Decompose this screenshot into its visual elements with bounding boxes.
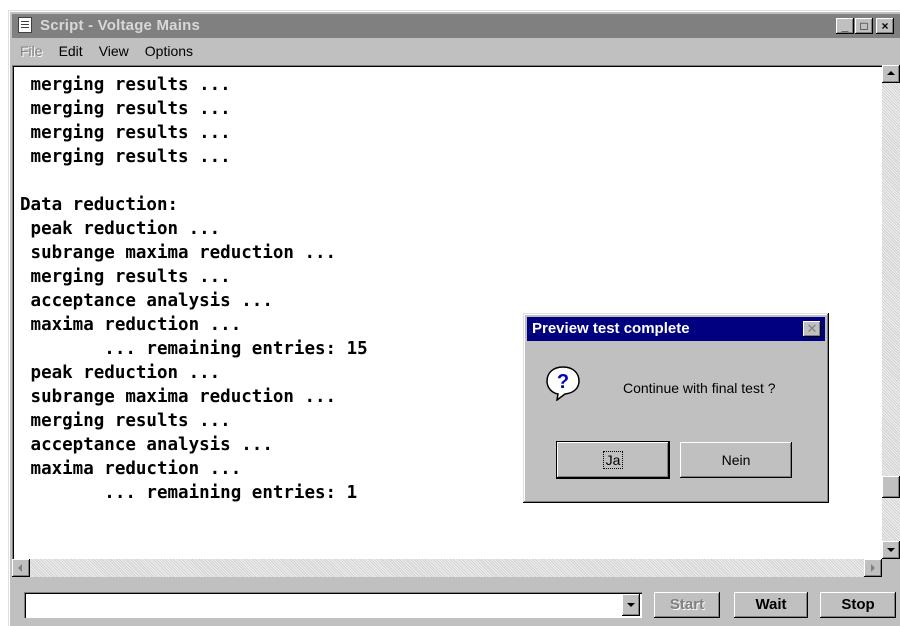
- command-bar: Start Wait Stop: [12, 586, 900, 622]
- dialog-message: Continue with final test ?: [623, 380, 776, 396]
- arrow-down-icon: [887, 548, 895, 552]
- combobox-dropdown-button[interactable]: [622, 594, 640, 616]
- scroll-right-button[interactable]: [864, 559, 882, 577]
- scroll-left-button[interactable]: [12, 559, 30, 577]
- window-title: Script - Voltage Mains: [40, 17, 200, 34]
- start-button[interactable]: Start: [654, 592, 720, 618]
- menu-view[interactable]: View: [99, 40, 129, 62]
- stop-button[interactable]: Stop: [820, 592, 896, 618]
- scroll-thumb[interactable]: [882, 476, 900, 498]
- arrow-right-icon: [871, 564, 875, 572]
- menu-file[interactable]: File: [20, 40, 43, 62]
- scroll-up-button[interactable]: [882, 65, 900, 83]
- preview-complete-dialog: Preview test complete ✕ ? Continue with …: [523, 313, 829, 503]
- question-icon: ?: [546, 366, 580, 401]
- no-button[interactable]: Nein: [680, 442, 792, 478]
- no-button-label: Nein: [721, 452, 751, 468]
- minimize-button[interactable]: _: [836, 18, 854, 34]
- output-text: merging results ... merging results ... …: [20, 75, 368, 503]
- yes-button[interactable]: Ja: [557, 442, 669, 478]
- yes-button-label: Ja: [602, 451, 624, 469]
- title-bar[interactable]: Script - Voltage Mains _ □ ×: [12, 14, 900, 38]
- chevron-down-icon: [627, 603, 635, 607]
- menu-edit[interactable]: Edit: [59, 40, 83, 62]
- dialog-close-button[interactable]: ✕: [803, 321, 821, 337]
- svg-text:?: ?: [557, 371, 569, 393]
- menu-bar: File Edit View Options: [12, 40, 900, 62]
- maximize-button[interactable]: □: [855, 18, 873, 34]
- command-combobox[interactable]: [24, 592, 642, 618]
- vertical-scrollbar[interactable]: [882, 65, 900, 559]
- arrow-up-icon: [887, 71, 895, 75]
- horizontal-scrollbar[interactable]: [12, 559, 882, 577]
- close-button[interactable]: ×: [876, 18, 894, 34]
- dialog-title-bar[interactable]: Preview test complete ✕: [527, 317, 825, 341]
- scroll-down-button[interactable]: [882, 541, 900, 559]
- arrow-left-icon: [18, 564, 22, 572]
- dialog-title: Preview test complete: [532, 320, 690, 337]
- wait-button[interactable]: Wait: [734, 592, 808, 618]
- menu-options[interactable]: Options: [145, 40, 193, 62]
- document-icon: [18, 17, 32, 33]
